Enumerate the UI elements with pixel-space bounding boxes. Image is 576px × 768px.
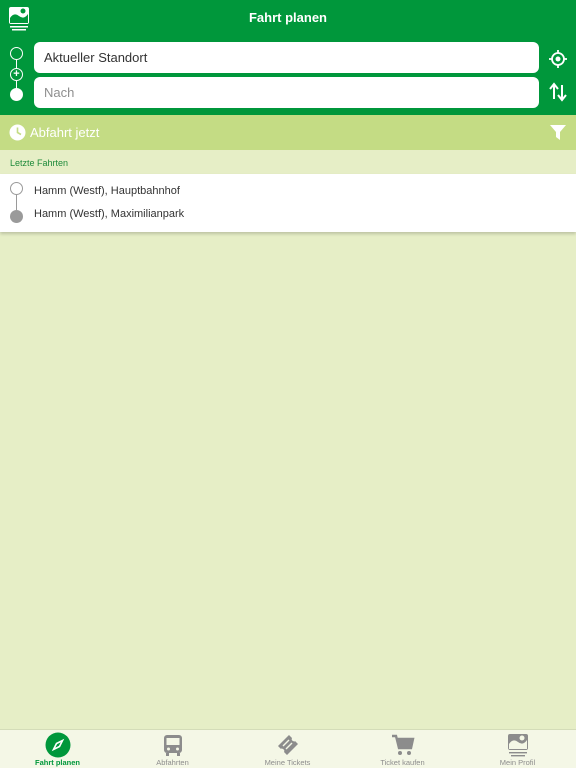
compass-icon: [45, 732, 71, 758]
from-input[interactable]: [34, 42, 539, 73]
destination-dot-icon: [10, 88, 23, 101]
tab-label: Ticket kaufen: [380, 758, 425, 767]
origin-circle-icon: [10, 182, 23, 195]
header-bar: Fahrt planen +: [0, 0, 576, 115]
trip-destination: Hamm (Westf), Maximilianpark: [34, 208, 185, 220]
destination-dot-icon: [10, 210, 23, 223]
recent-trip-item[interactable]: Hamm (Westf), Hauptbahnhof Hamm (Westf),…: [0, 174, 576, 232]
departure-time-bar[interactable]: Abfahrt jetzt: [0, 115, 576, 150]
bus-icon: [164, 735, 182, 756]
tab-fahrt-planen[interactable]: Fahrt planen: [0, 730, 115, 768]
tab-abfahrten[interactable]: Abfahrten: [115, 730, 230, 768]
tab-ticket-kaufen[interactable]: Ticket kaufen: [345, 730, 460, 768]
to-input[interactable]: [34, 77, 539, 108]
profile-logo-icon: [508, 734, 528, 757]
page-title: Fahrt planen: [248, 10, 327, 25]
departure-label: Abfahrt jetzt: [30, 125, 100, 140]
recent-trips-heading: Letzte Fahrten: [10, 158, 69, 168]
tab-label: Meine Tickets: [264, 758, 311, 767]
add-via-icon[interactable]: +: [10, 68, 23, 81]
clock-icon: [9, 124, 26, 141]
swap-icon[interactable]: [548, 82, 568, 102]
trip-origin: Hamm (Westf), Hauptbahnhof: [34, 185, 180, 197]
tab-label: Mein Profil: [499, 758, 536, 767]
tab-mein-profil[interactable]: Mein Profil: [460, 730, 575, 768]
filter-icon[interactable]: [549, 124, 567, 141]
tab-label: Fahrt planen: [34, 758, 80, 767]
route-connector-line: [16, 195, 17, 210]
cart-icon: [392, 734, 415, 755]
origin-circle-icon: [10, 47, 23, 60]
current-location-icon[interactable]: [548, 49, 568, 69]
ticket-icon: [278, 735, 298, 755]
tab-label: Abfahrten: [156, 758, 189, 767]
tab-bar: Fahrt planen Abfahrten Meine Tickets Tic…: [0, 729, 576, 768]
tab-meine-tickets[interactable]: Meine Tickets: [230, 730, 345, 768]
